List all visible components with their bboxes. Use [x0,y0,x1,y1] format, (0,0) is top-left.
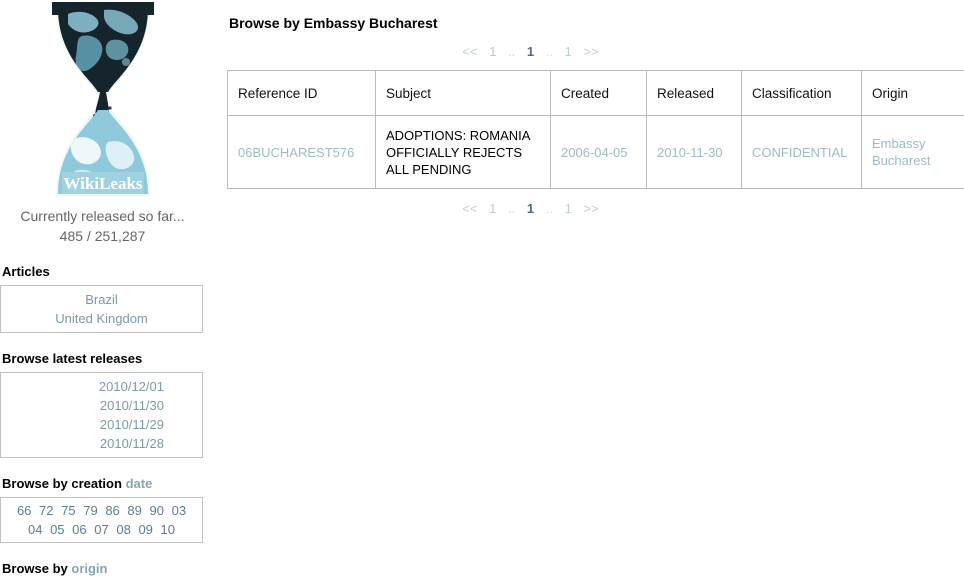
pagination-sep-right-bottom: .. [546,201,553,216]
wikileaks-logo[interactable]: WikiLeaks [0,0,205,202]
column-header-subject[interactable]: Subject [376,71,551,116]
year-link-79[interactable]: 79 [83,503,97,518]
reference-id-link[interactable]: 06BUCHAREST576 [238,145,354,160]
release-date-link-3[interactable]: 2010/11/29 [100,417,164,432]
column-header-reference-id[interactable]: Reference ID [228,71,376,116]
pagination-sep-left-top: .. [508,44,515,59]
wikileaks-wordmark: WikiLeaks [63,174,142,193]
cell-reference-id: 06BUCHAREST576 [228,116,376,189]
latest-releases-heading: Browse latest releases [2,351,205,367]
year-link-04[interactable]: 04 [28,522,42,537]
year-link-08[interactable]: 08 [116,522,130,537]
latest-releases-box: 2010/12/01 2010/11/30 2010/11/29 2010/11… [0,372,203,458]
origin-cell-link[interactable]: Embassy Bucharest [872,136,931,168]
main-content: Browse by Embassy Bucharest << 1 .. 1 ..… [227,0,964,217]
year-link-10[interactable]: 10 [161,522,175,537]
year-link-72[interactable]: 72 [39,503,53,518]
release-date-link-2[interactable]: 2010/11/30 [100,398,164,413]
release-date-link-4[interactable]: 2010/11/28 [100,436,164,451]
pagination-bottom: << 1 .. 1 .. 1 >> [227,189,834,217]
article-link-united-kingdom[interactable]: United Kingdom [55,311,148,326]
pagination-first-bottom[interactable]: << [462,201,477,216]
page-root: WikiLeaks Currently released so far... 4… [0,0,964,564]
hourglass-globe-icon: WikiLeaks [38,0,168,202]
pagination-next-bottom[interactable]: 1 [565,201,572,216]
year-link-03[interactable]: 03 [172,503,186,518]
year-link-05[interactable]: 05 [50,522,64,537]
pagination-prev-top[interactable]: 1 [489,44,496,59]
article-link-brazil[interactable]: Brazil [85,292,118,307]
origin-heading-static: Browse by [2,561,68,576]
release-date-link-1[interactable]: 2010/12/01 [99,379,164,394]
page-title: Browse by Embassy Bucharest [229,14,964,32]
origin-heading: Browse by origin [2,561,205,577]
table-row: 06BUCHAREST576 ADOPTIONS: ROMANIA OFFICI… [228,116,964,189]
cell-created: 2006-04-05 [551,116,647,189]
cell-subject: ADOPTIONS: ROMANIA OFFICIALLY REJECTS AL… [376,116,551,189]
year-link-75[interactable]: 75 [61,503,75,518]
creation-date-heading-static: Browse by creation [2,476,122,491]
classification-link[interactable]: CONFIDENTIAL [752,145,847,160]
released-label: Currently released so far... [0,202,205,226]
column-header-released[interactable]: Released [647,71,742,116]
column-header-classification[interactable]: Classification [742,71,862,116]
pagination-top: << 1 .. 1 .. 1 >> [227,32,834,70]
year-link-66[interactable]: 66 [17,503,31,518]
sidebar: WikiLeaks Currently released so far... 4… [0,0,205,582]
pagination-last-bottom[interactable]: >> [583,201,598,216]
creation-year-box: 66 72 75 79 86 89 90 03 04 05 06 07 08 0… [0,497,203,543]
creation-date-heading: Browse by creation date [2,476,205,492]
created-date-link[interactable]: 2006-04-05 [561,145,628,160]
pagination-next-top[interactable]: 1 [565,44,572,59]
pagination-first-top[interactable]: << [462,44,477,59]
year-link-06[interactable]: 06 [72,522,86,537]
creation-date-link[interactable]: date [126,476,153,491]
pagination-sep-left-bottom: .. [508,201,515,216]
articles-heading: Articles [2,264,205,280]
articles-box: Brazil United Kingdom [0,285,203,333]
year-link-89[interactable]: 89 [127,503,141,518]
pagination-last-top[interactable]: >> [583,44,598,59]
column-header-origin[interactable]: Origin [862,71,964,116]
year-link-90[interactable]: 90 [150,503,164,518]
released-count: 485 / 251,287 [0,226,205,246]
year-link-09[interactable]: 09 [138,522,152,537]
year-link-07[interactable]: 07 [94,522,108,537]
cell-origin: Embassy Bucharest [862,116,964,189]
pagination-sep-right-top: .. [546,44,553,59]
documents-table: Reference ID Subject Created Released Cl… [227,70,964,189]
released-date-link[interactable]: 2010-11-30 [657,145,723,160]
column-header-created[interactable]: Created [551,71,647,116]
pagination-prev-bottom[interactable]: 1 [489,201,496,216]
cell-classification: CONFIDENTIAL [742,116,862,189]
pagination-current-bottom: 1 [527,201,534,216]
table-header-row: Reference ID Subject Created Released Cl… [228,71,964,116]
origin-link[interactable]: origin [71,561,107,576]
year-link-86[interactable]: 86 [105,503,119,518]
cell-released: 2010-11-30 [647,116,742,189]
pagination-current-top: 1 [527,44,534,59]
